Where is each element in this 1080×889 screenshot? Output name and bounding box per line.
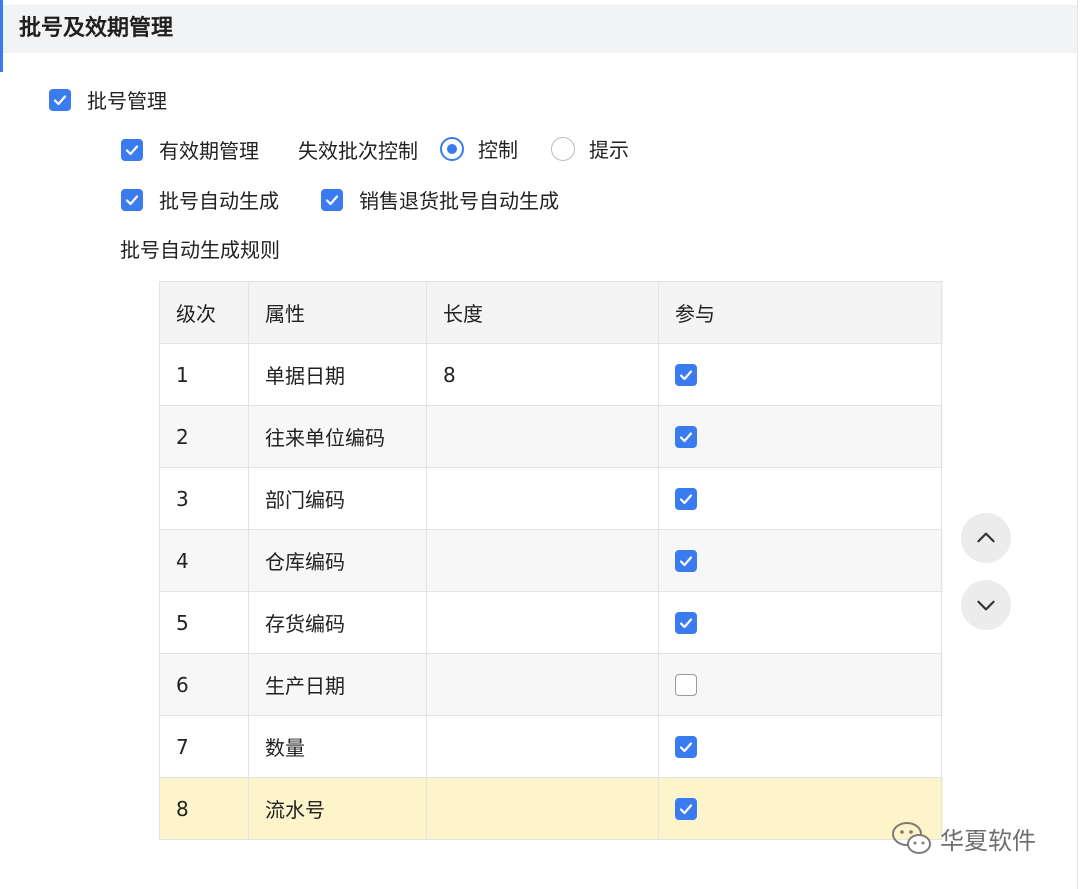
check-icon — [53, 94, 67, 105]
header-attr[interactable]: 属性 — [249, 282, 427, 344]
batch-mgmt-option[interactable]: 批号管理 — [49, 85, 167, 114]
check-icon — [679, 803, 693, 814]
table-row[interactable]: 3 部门编码 — [160, 468, 943, 530]
expiry-mgmt-checkbox[interactable] — [121, 138, 143, 161]
radio-control-label: 控制 — [478, 138, 518, 162]
auto-batch-label: 批号自动生成 — [159, 189, 279, 213]
cell-participate — [659, 592, 942, 654]
table-row[interactable]: 2 往来单位编码 — [160, 406, 943, 468]
invalid-batch-control-label: 失效批次控制 — [298, 135, 418, 164]
cell-length[interactable] — [427, 468, 659, 530]
table-header-row: 级次 属性 长度 参与 — [160, 282, 943, 344]
cell-attr: 单据日期 — [249, 344, 427, 406]
cell-length[interactable] — [427, 654, 659, 716]
radio-prompt-button[interactable] — [551, 136, 575, 161]
rule-title-text: 批号自动生成规则 — [120, 238, 280, 262]
check-icon — [679, 493, 693, 504]
cell-level: 7 — [160, 716, 249, 778]
check-icon — [125, 194, 139, 205]
move-up-button[interactable] — [961, 513, 1011, 563]
table-row-selected[interactable]: 8 流水号 — [160, 778, 943, 840]
wechat-icon — [892, 822, 931, 854]
cell-attr: 部门编码 — [249, 468, 427, 530]
cell-level: 3 — [160, 468, 249, 530]
cell-level: 2 — [160, 406, 249, 468]
cell-level: 1 — [160, 344, 249, 406]
participate-checkbox[interactable] — [675, 363, 697, 386]
watermark: 华夏软件 — [890, 818, 1036, 858]
cell-participate — [659, 654, 942, 716]
auto-batch-option[interactable]: 批号自动生成 — [121, 185, 279, 214]
cell-attr: 生产日期 — [249, 654, 427, 716]
cell-participate — [659, 344, 942, 406]
table-row[interactable]: 5 存货编码 — [160, 592, 943, 654]
panel-right-border — [1077, 0, 1078, 889]
cell-level: 4 — [160, 530, 249, 592]
cell-length[interactable] — [427, 530, 659, 592]
radio-prompt-label: 提示 — [589, 138, 629, 162]
cell-attr: 流水号 — [249, 778, 427, 840]
cell-participate — [659, 716, 942, 778]
table-row[interactable]: 6 生产日期 — [160, 654, 943, 716]
expiry-mgmt-option[interactable]: 有效期管理 — [121, 135, 259, 164]
cell-length[interactable] — [427, 716, 659, 778]
section-header: 批号及效期管理 — [3, 5, 1077, 53]
participate-checkbox[interactable] — [675, 611, 697, 634]
chevron-down-icon — [977, 600, 995, 611]
return-auto-batch-label: 销售退货批号自动生成 — [359, 189, 559, 213]
check-icon — [679, 617, 693, 628]
section-title: 批号及效期管理 — [19, 16, 174, 41]
table-row[interactable]: 7 数量 — [160, 716, 943, 778]
check-icon — [679, 555, 693, 566]
header-level[interactable]: 级次 — [160, 282, 249, 344]
check-icon — [679, 431, 693, 442]
cell-attr: 往来单位编码 — [249, 406, 427, 468]
invalid-batch-control-text: 失效批次控制 — [298, 139, 418, 163]
cell-attr: 数量 — [249, 716, 427, 778]
return-auto-batch-checkbox[interactable] — [321, 188, 343, 211]
move-down-button[interactable] — [961, 580, 1011, 630]
chevron-up-icon — [977, 532, 995, 543]
batch-mgmt-checkbox[interactable] — [49, 88, 71, 111]
participate-checkbox[interactable] — [675, 425, 697, 448]
participate-checkbox[interactable] — [675, 549, 697, 572]
participate-checkbox[interactable] — [675, 797, 697, 820]
radio-control-button[interactable] — [440, 136, 464, 161]
check-icon — [125, 144, 139, 155]
radio-prompt-option[interactable]: 提示 — [551, 134, 629, 163]
check-icon — [325, 194, 339, 205]
batch-rule-table: 级次 属性 长度 参与 1 单据日期 8 2 往来单位编码 3 部门编码 4 仓… — [159, 281, 943, 840]
table-row[interactable]: 1 单据日期 8 — [160, 344, 943, 406]
return-auto-batch-option[interactable]: 销售退货批号自动生成 — [321, 185, 559, 214]
table-row[interactable]: 4 仓库编码 — [160, 530, 943, 592]
header-participate[interactable]: 参与 — [659, 282, 942, 344]
watermark-text: 华夏软件 — [940, 826, 1036, 855]
cell-length[interactable] — [427, 592, 659, 654]
cell-participate — [659, 406, 942, 468]
cell-attr: 存货编码 — [249, 592, 427, 654]
participate-checkbox[interactable] — [675, 673, 697, 696]
rule-title: 批号自动生成规则 — [120, 234, 280, 263]
cell-length[interactable] — [427, 406, 659, 468]
participate-checkbox[interactable] — [675, 735, 697, 758]
cell-participate — [659, 468, 942, 530]
cell-length[interactable] — [427, 778, 659, 840]
cell-level: 5 — [160, 592, 249, 654]
cell-attr: 仓库编码 — [249, 530, 427, 592]
check-icon — [679, 369, 693, 380]
check-icon — [679, 741, 693, 752]
cell-level: 8 — [160, 778, 249, 840]
cell-participate — [659, 530, 942, 592]
cell-level: 6 — [160, 654, 249, 716]
header-length[interactable]: 长度 — [427, 282, 659, 344]
expiry-mgmt-label: 有效期管理 — [159, 139, 259, 163]
radio-control-option[interactable]: 控制 — [440, 134, 518, 163]
batch-mgmt-label: 批号管理 — [87, 89, 167, 113]
participate-checkbox[interactable] — [675, 487, 697, 510]
cell-length[interactable]: 8 — [427, 344, 659, 406]
auto-batch-checkbox[interactable] — [121, 188, 143, 211]
